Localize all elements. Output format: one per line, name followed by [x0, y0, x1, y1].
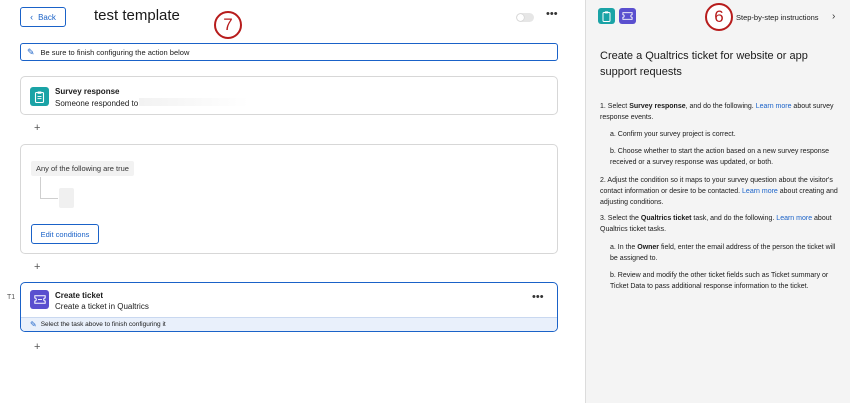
step-bold-text: Qualtrics ticket: [640, 215, 692, 222]
ticket-card-subtitle: Create a ticket in Qualtrics: [55, 302, 149, 311]
condition-card: Any of the following are true Edit condi…: [20, 144, 558, 254]
panel-tabs: [598, 8, 636, 24]
ticket-icon: [30, 290, 49, 309]
learn-more-link[interactable]: Learn more: [742, 188, 778, 195]
step-text: , and do the following.: [685, 103, 756, 110]
step-text: task, and do the following.: [691, 215, 777, 222]
toggle-knob: [517, 14, 524, 21]
step-bold-text: Survey response: [629, 103, 686, 110]
step-text: a. In the: [610, 244, 638, 251]
pencil-icon: ✎: [30, 320, 37, 329]
step-by-step-link[interactable]: Step-by-step instructions: [736, 13, 819, 22]
instruction-step-3a: a. In the Owner field, enter the email a…: [610, 242, 842, 264]
add-step-button[interactable]: +: [34, 342, 40, 353]
banner-text: Be sure to finish configuring the action…: [40, 47, 190, 57]
clipboard-icon[interactable]: [598, 8, 615, 24]
instructions-panel: 6 Step-by-step instructions › Create a Q…: [585, 0, 850, 403]
step-number: 3.: [600, 215, 606, 222]
add-step-button[interactable]: +: [34, 262, 40, 273]
workflow-canvas: ‹ Back test template 7 ••• ✎ Be sure to …: [0, 0, 585, 403]
enable-toggle[interactable]: [516, 13, 534, 22]
condition-chip[interactable]: Any of the following are true: [31, 161, 134, 176]
callout-marker: 7: [214, 11, 242, 39]
survey-card-subtitle: Someone responded to: [55, 99, 139, 108]
ticket-card-title: Create ticket: [55, 291, 104, 300]
step-number: 2.: [600, 177, 606, 184]
ticket-footer-text: Select the task above to finish configur…: [40, 321, 166, 328]
ticket-icon[interactable]: [619, 8, 636, 24]
learn-more-link[interactable]: Learn more: [776, 215, 812, 222]
step-id-label: T1: [7, 294, 16, 301]
instruction-step-3b: b. Review and modify the other ticket fi…: [610, 272, 829, 291]
instruction-step-2: 2. Adjust the condition so it maps to yo…: [600, 175, 844, 209]
pencil-icon: ✎: [27, 46, 35, 57]
more-options-icon[interactable]: •••: [546, 8, 558, 20]
warning-banner: ✎ Be sure to finish configuring the acti…: [20, 43, 558, 61]
chevron-left-icon: ‹: [30, 11, 34, 22]
instruction-step-1a: a. Confirm your survey project is correc…: [610, 131, 736, 138]
callout-marker: 6: [705, 3, 733, 31]
add-step-button[interactable]: +: [34, 123, 40, 134]
instruction-step-1b: b. Choose whether to start the action ba…: [610, 148, 830, 167]
survey-response-card[interactable]: Survey response Someone responded to: [20, 76, 558, 115]
more-options-icon[interactable]: •••: [532, 291, 544, 303]
ticket-card-footer: ✎ Select the task above to finish config…: [21, 317, 557, 331]
redacted-survey-name: [139, 98, 249, 106]
learn-more-link[interactable]: Learn more: [756, 103, 792, 110]
back-button[interactable]: ‹ Back: [20, 7, 66, 27]
condition-connector: [40, 177, 58, 199]
step-text: Select: [607, 103, 630, 110]
back-button-label: Back: [38, 12, 56, 22]
survey-card-title: Survey response: [55, 87, 120, 96]
condition-placeholder: [59, 188, 74, 208]
step-number: 1.: [600, 103, 606, 110]
create-ticket-card[interactable]: Create ticket Create a ticket in Qualtri…: [20, 282, 558, 332]
page-title: test template: [94, 7, 180, 24]
clipboard-icon: [30, 87, 49, 106]
instruction-step-3: 3. Select the Qualtrics ticket task, and…: [600, 213, 844, 235]
edit-conditions-button[interactable]: Edit conditions: [31, 224, 99, 244]
step-text: Select the: [607, 215, 641, 222]
chevron-right-icon[interactable]: ›: [832, 11, 835, 22]
instruction-step-1: 1. Select Survey response, and do the fo…: [600, 101, 844, 123]
step-bold-text: Owner: [637, 244, 660, 251]
panel-heading: Create a Qualtrics ticket for website or…: [600, 50, 808, 78]
